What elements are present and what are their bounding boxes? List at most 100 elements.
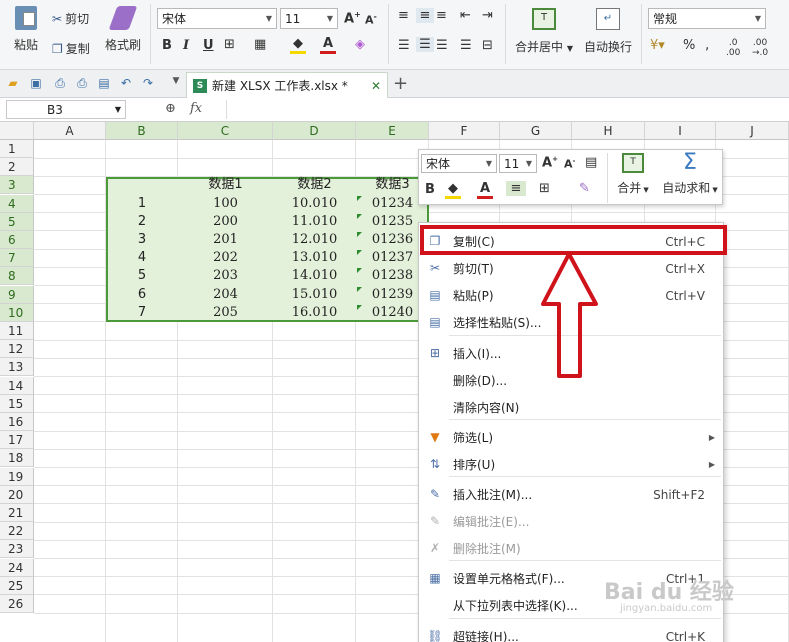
table-cell[interactable]: 205 <box>178 304 273 322</box>
table-cell[interactable]: 203 <box>178 267 273 285</box>
table-header-cell[interactable] <box>106 176 178 194</box>
table-cell[interactable]: 7 <box>106 304 178 322</box>
table-cell[interactable]: 15.010 <box>273 286 356 304</box>
row-header-2[interactable]: 2 <box>0 158 34 177</box>
border-icon[interactable]: ⊞ <box>539 181 550 196</box>
menu-item-11[interactable]: ✎ 编辑批注(E)... <box>419 508 723 535</box>
folder-icon[interactable]: ▰ <box>5 76 21 92</box>
row-header-13[interactable]: 13 <box>0 358 34 377</box>
increase-font-icon[interactable]: A+ <box>542 155 558 170</box>
row-header-10[interactable]: 10 <box>0 303 34 322</box>
fill-color-icon[interactable]: ◆ <box>290 36 306 54</box>
print-preview-icon[interactable]: ⎙ <box>52 76 68 92</box>
menu-item-7[interactable]: 清除内容(N) <box>419 394 723 421</box>
table-cell[interactable]: 11.010 <box>273 213 356 231</box>
format-painter-button[interactable]: 格式刷 <box>103 6 143 53</box>
print-icon[interactable]: ⎙ <box>74 76 90 92</box>
indent-increase-icon[interactable]: ⇥ <box>482 8 493 23</box>
formula-input[interactable] <box>226 100 786 119</box>
select-all-corner[interactable] <box>0 122 34 140</box>
row-header-1[interactable]: 1 <box>0 140 34 158</box>
tab-document[interactable]: S 新建 XLSX 工作表.xlsx * ✕ <box>186 72 388 98</box>
justify-icon[interactable]: ☰ <box>460 38 472 53</box>
currency-icon[interactable]: ¥▾ <box>650 38 665 53</box>
redo-icon[interactable]: ↷ <box>140 76 156 92</box>
column-header-f[interactable]: F <box>429 122 500 140</box>
table-cell[interactable]: 14.010 <box>273 267 356 285</box>
table-cell[interactable]: 201 <box>178 231 273 249</box>
table-header-cell[interactable]: 数据2 <box>273 176 356 194</box>
function-icon[interactable]: fx <box>190 101 202 116</box>
table-cell[interactable]: 204 <box>178 286 273 304</box>
column-header-h[interactable]: H <box>572 122 645 140</box>
align-right-icon[interactable]: ☰ <box>436 38 448 53</box>
merge-center-button[interactable]: T 合并居中 ▼ <box>512 8 576 55</box>
decrease-font-icon[interactable]: A- <box>564 157 575 171</box>
row-header-20[interactable]: 20 <box>0 485 34 504</box>
table-header-cell[interactable]: 数据1 <box>178 176 273 194</box>
align-middle-icon[interactable]: ≡ <box>416 8 434 23</box>
table-cell[interactable]: 6 <box>106 286 178 304</box>
column-header-i[interactable]: I <box>645 122 716 140</box>
paste-button[interactable]: 粘贴 <box>6 6 46 53</box>
table-cell[interactable]: 16.010 <box>273 304 356 322</box>
bold-icon[interactable]: B <box>162 38 172 53</box>
table-cell[interactable]: 3 <box>106 231 178 249</box>
brush-icon[interactable]: ✎ <box>579 181 590 196</box>
increase-decimal-icon[interactable]: .0.00 <box>726 38 740 58</box>
table-cell[interactable]: 5 <box>106 267 178 285</box>
font-size-select[interactable]: 11 ▼ <box>280 8 338 29</box>
mini-font-name-select[interactable]: 宋体 ▼ <box>421 154 497 173</box>
row-header-6[interactable]: 6 <box>0 231 34 249</box>
table-cell[interactable]: 2 <box>106 213 178 231</box>
column-header-c[interactable]: C <box>178 122 273 140</box>
distribute-icon[interactable]: ⊟ <box>482 38 493 53</box>
column-header-a[interactable]: A <box>34 122 106 140</box>
table-cell[interactable]: 4 <box>106 249 178 267</box>
row-header-14[interactable]: 14 <box>0 376 34 395</box>
increase-font-icon[interactable]: A+ <box>344 10 361 26</box>
row-header-22[interactable]: 22 <box>0 522 34 541</box>
row-header-19[interactable]: 19 <box>0 467 34 486</box>
table-cell[interactable]: 12.010 <box>273 231 356 249</box>
row-header-21[interactable]: 21 <box>0 504 34 522</box>
font-color-icon[interactable]: A <box>320 36 336 54</box>
align-left-icon[interactable]: ☰ <box>398 38 410 53</box>
autosum-button[interactable]: Σ 自动求和 ▼ <box>659 151 721 196</box>
column-header-e[interactable]: E <box>356 122 429 140</box>
menu-item-9[interactable]: ⇅ 排序(U) ▶ <box>419 451 723 478</box>
name-box[interactable]: B3 ▼ <box>6 100 126 119</box>
mini-font-size-select[interactable]: 11 ▼ <box>499 154 537 173</box>
align-bottom-icon[interactable]: ≡ <box>436 8 447 23</box>
cut-button[interactable]: ✂ 剪切 <box>52 10 89 27</box>
table-cell[interactable]: 100 <box>178 195 273 213</box>
italic-icon[interactable]: I <box>183 38 189 53</box>
export-icon[interactable]: ▤ <box>96 76 112 92</box>
column-header-g[interactable]: G <box>500 122 572 140</box>
column-header-b[interactable]: B <box>106 122 178 140</box>
row-header-15[interactable]: 15 <box>0 394 34 413</box>
format-icon[interactable]: ▤ <box>585 155 597 170</box>
chevron-down-icon[interactable]: ▼ <box>168 76 184 92</box>
row-header-8[interactable]: 8 <box>0 267 34 286</box>
table-cell[interactable]: 200 <box>178 213 273 231</box>
menu-item-10[interactable]: ✎ 插入批注(M)... Shift+F2 <box>419 481 723 508</box>
row-header-26[interactable]: 26 <box>0 595 34 613</box>
decrease-font-icon[interactable]: A- <box>365 12 377 27</box>
row-header-3[interactable]: 3 <box>0 176 34 195</box>
column-header-j[interactable]: J <box>716 122 789 140</box>
indent-decrease-icon[interactable]: ⇤ <box>460 8 471 23</box>
row-header-23[interactable]: 23 <box>0 540 34 559</box>
underline-icon[interactable]: U <box>203 38 214 53</box>
column-header-d[interactable]: D <box>273 122 356 140</box>
table-cell[interactable]: 13.010 <box>273 249 356 267</box>
font-color-icon[interactable]: A <box>477 181 493 199</box>
row-header-17[interactable]: 17 <box>0 431 34 450</box>
clear-format-icon[interactable]: ◈ <box>355 37 365 52</box>
row-header-5[interactable]: 5 <box>0 212 34 231</box>
align-center-icon[interactable]: ≡ <box>506 181 526 196</box>
fill-color-icon[interactable]: ◆ <box>445 181 461 199</box>
bold-icon[interactable]: B <box>425 182 435 197</box>
add-tab-button[interactable]: + <box>393 73 408 94</box>
row-header-11[interactable]: 11 <box>0 322 34 340</box>
